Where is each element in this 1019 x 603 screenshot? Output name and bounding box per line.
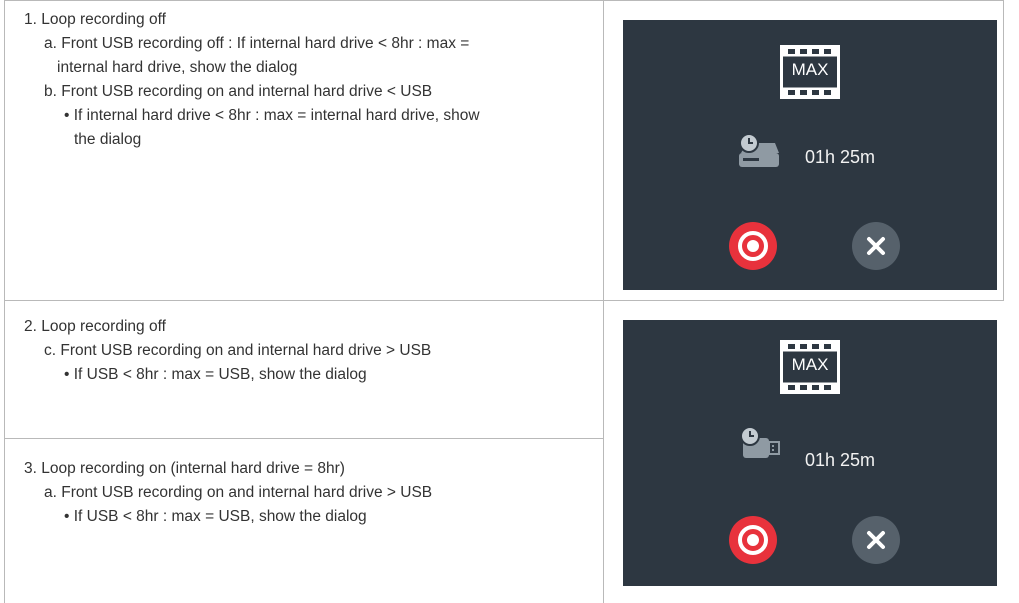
row2-line: 2. Loop recording off bbox=[24, 318, 166, 335]
row2-line: c. Front USB recording on and internal h… bbox=[44, 342, 432, 359]
row2-line: • If USB < 8hr : max = USB, show the dia… bbox=[64, 366, 367, 383]
spec-table: 1. Loop recording off a. Front USB recor… bbox=[4, 0, 1004, 603]
table-border-top bbox=[4, 0, 1004, 1]
max-record-dialog-usb: MAX 01h 25m bbox=[623, 320, 997, 586]
close-button[interactable] bbox=[852, 222, 900, 270]
close-icon bbox=[867, 531, 885, 549]
row3-line: a. Front USB recording on and internal h… bbox=[44, 484, 433, 501]
table-column-divider bbox=[603, 0, 604, 603]
remaining-time: 01h 25m bbox=[805, 147, 876, 167]
table-border-right bbox=[1003, 0, 1004, 300]
max-film-icon: MAX bbox=[780, 45, 840, 99]
row1-text: 1. Loop recording off a. Front USB recor… bbox=[24, 8, 480, 152]
remaining-time: 01h 25m bbox=[805, 450, 876, 470]
record-icon bbox=[738, 231, 768, 261]
close-icon bbox=[867, 237, 885, 255]
table-border-left bbox=[4, 0, 5, 603]
table-subrow-divider bbox=[4, 438, 604, 439]
record-icon bbox=[738, 525, 768, 555]
usb-clock-icon bbox=[739, 426, 783, 467]
table-row-divider bbox=[4, 300, 1004, 301]
row1-line: 1. Loop recording off bbox=[24, 11, 166, 28]
row3-text: 3. Loop recording on (internal hard driv… bbox=[24, 457, 432, 529]
row1-line: the dialog bbox=[74, 131, 142, 148]
row2-text: 2. Loop recording off c. Front USB recor… bbox=[24, 315, 431, 387]
row1-line: internal hard drive, show the dialog bbox=[57, 59, 298, 76]
row3-line: • If USB < 8hr : max = USB, show the dia… bbox=[64, 508, 367, 525]
row1-line: • If internal hard drive < 8hr : max = i… bbox=[64, 107, 480, 124]
max-badge-label: MAX bbox=[791, 355, 829, 374]
record-button[interactable] bbox=[729, 222, 777, 270]
max-film-icon: MAX bbox=[780, 340, 840, 394]
row1-line: a. Front USB recording off : If internal… bbox=[44, 35, 470, 52]
record-button[interactable] bbox=[729, 516, 777, 564]
row1-line: b. Front USB recording on and internal h… bbox=[44, 83, 433, 100]
row3-line: 3. Loop recording on (internal hard driv… bbox=[24, 460, 345, 477]
max-record-dialog-hdd: MAX 01h 25m bbox=[623, 20, 997, 290]
close-button[interactable] bbox=[852, 516, 900, 564]
internal-hdd-clock-icon bbox=[737, 133, 781, 174]
max-badge-label: MAX bbox=[791, 60, 829, 79]
